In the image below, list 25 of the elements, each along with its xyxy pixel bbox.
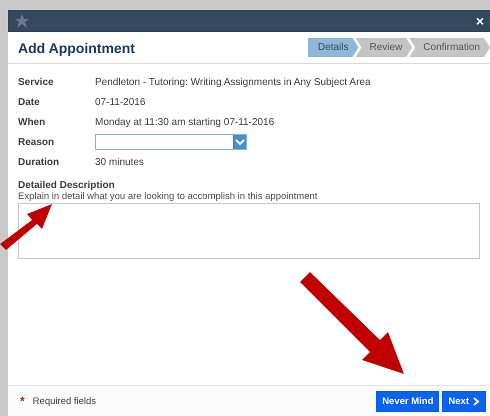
field-label: Reason [18, 136, 56, 148]
field-value: Monday at 11:30 am starting 07-11-2016 [95, 116, 274, 128]
caret-icon [233, 135, 246, 149]
star-icon [14, 13, 30, 29]
field-label: When [18, 116, 46, 128]
required-note: Required fields [32, 396, 98, 406]
field-value: 30 minutes [95, 156, 144, 168]
dialog-title: Add Appointment [18, 40, 135, 56]
field-label: Detailed Description [18, 180, 116, 191]
field-value: Pendleton - Tutoring: Writing Assignments in Any Subject Area [95, 76, 371, 88]
step-tab[interactable]: Details [308, 38, 358, 57]
field-label: Date [18, 96, 41, 108]
required-icon: * [20, 394, 25, 408]
field-label: Service [18, 76, 55, 88]
close-button[interactable]: × [476, 14, 484, 28]
field-value: 07-11-2016 [95, 96, 146, 108]
reason-dropdown[interactable] [95, 134, 247, 150]
field-label: Duration [18, 156, 60, 168]
cancel-button[interactable]: Never Mind [376, 390, 440, 412]
step-tab[interactable]: Review [356, 38, 412, 57]
next-button[interactable]: Next [442, 390, 486, 412]
hint-text: Explain in detail what you are looking to accomplish in this appointment [18, 191, 318, 202]
description-field[interactable] [18, 203, 480, 259]
step-tab[interactable]: Confirmation [409, 38, 490, 57]
chevron-icon [473, 396, 480, 406]
